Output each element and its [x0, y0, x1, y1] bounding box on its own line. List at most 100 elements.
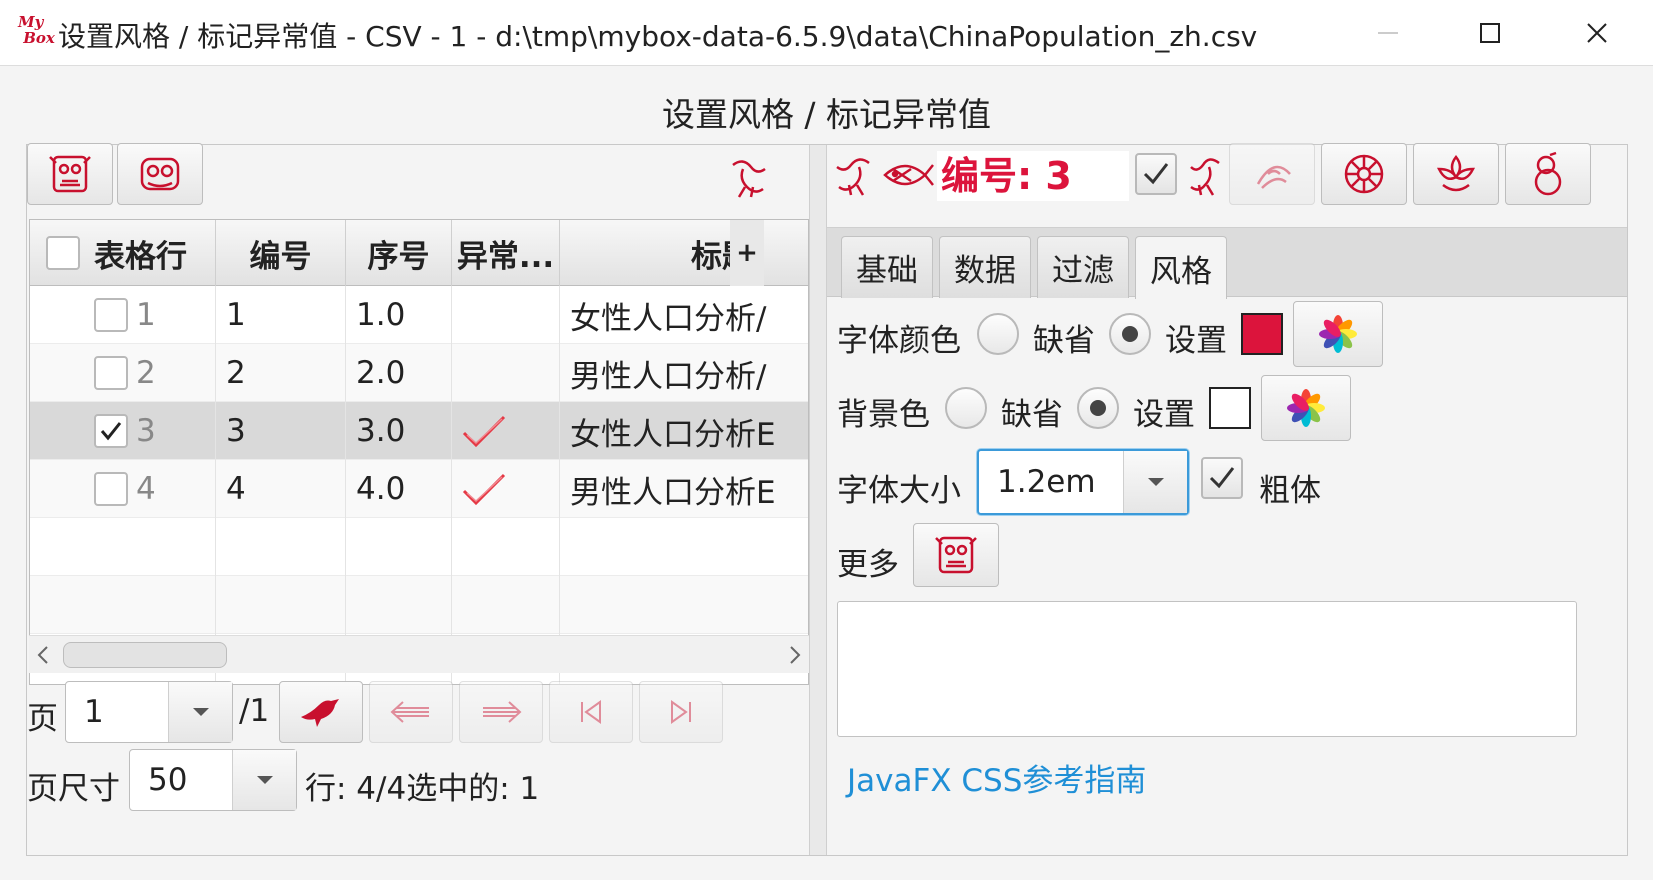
- minimize-icon: [1378, 32, 1398, 34]
- page-total: /1: [239, 693, 270, 729]
- bg-color-set-label: 设置: [1133, 397, 1195, 433]
- empty-table-row: [30, 518, 808, 576]
- app-logo: My Box: [18, 13, 55, 47]
- page-selector[interactable]: 1: [65, 681, 233, 743]
- tab-filter[interactable]: 过滤: [1037, 236, 1129, 298]
- scroll-left-icon[interactable]: [35, 645, 51, 665]
- cell-seq: 1.0: [346, 286, 452, 344]
- css-textarea[interactable]: [837, 601, 1577, 737]
- tab-style[interactable]: 风格: [1135, 236, 1227, 299]
- bg-color-default-radio[interactable]: [945, 387, 987, 429]
- maximize-button[interactable]: [1440, 0, 1540, 66]
- save-style-button[interactable]: [1505, 143, 1591, 205]
- empty-cell: [30, 576, 216, 634]
- main-frame: 表格行 编号 序号 异常... 标题 + 1 1 1.0 女性人口分析/2 2 2.0 男性…: [26, 143, 1628, 856]
- go-page-button[interactable]: [279, 681, 363, 743]
- column-header-table-row[interactable]: 表格行: [30, 220, 216, 286]
- table-row[interactable]: 2 2 2.0 男性人口分析/: [30, 344, 808, 402]
- bg-color-set-radio[interactable]: [1077, 387, 1119, 429]
- table-row[interactable]: 3 3 3.0 女性人口分析E: [30, 402, 808, 460]
- empty-cell: [560, 518, 808, 576]
- next-page-button[interactable]: [459, 681, 543, 743]
- chevron-down-icon[interactable]: [232, 750, 296, 810]
- checkmark-icon: [1209, 467, 1235, 489]
- font-color-palette-button[interactable]: [1293, 301, 1383, 367]
- empty-cell: [560, 576, 808, 634]
- abnormal-check-icon: [462, 473, 506, 506]
- style-tabs: 基础 数据 过滤 风格: [827, 227, 1627, 299]
- clear-style-button[interactable]: [1321, 143, 1407, 205]
- page-size-selector[interactable]: 50: [129, 749, 297, 811]
- empty-cell: [346, 518, 452, 576]
- table-row[interactable]: 4 4 4.0 男性人口分析E: [30, 460, 808, 518]
- first-page-icon: [581, 700, 601, 724]
- mask-icon: [49, 155, 91, 193]
- tab-basic[interactable]: 基础: [841, 236, 933, 298]
- font-size-selector[interactable]: 1.2em: [977, 449, 1189, 515]
- cell-abnormal: [452, 286, 560, 344]
- font-color-default-radio[interactable]: [977, 313, 1019, 355]
- column-header-abnormal[interactable]: 异常...: [452, 220, 560, 286]
- page-size-label: 页尺寸: [27, 771, 120, 807]
- cell-abnormal: [452, 402, 560, 460]
- page-size-value: 50: [148, 762, 188, 798]
- fish-icon: [881, 155, 935, 203]
- mask-icon: [935, 536, 977, 574]
- previous-page-button[interactable]: [369, 681, 453, 743]
- horizontal-scrollbar[interactable]: [29, 635, 809, 673]
- bg-color-palette-button[interactable]: [1261, 375, 1351, 441]
- column-header-id[interactable]: 编号: [216, 220, 346, 286]
- add-column-icon[interactable]: +: [730, 220, 764, 286]
- phoenix-icon[interactable]: [727, 153, 771, 209]
- last-page-button[interactable]: [639, 681, 723, 743]
- phoenix-icon[interactable]: [1185, 151, 1225, 207]
- cell-table-row: 1: [30, 286, 216, 344]
- swirl-button[interactable]: [1229, 143, 1315, 205]
- column-header-seq[interactable]: 序号: [346, 220, 452, 286]
- cell-seq: 2.0: [346, 344, 452, 402]
- font-color-default-label: 缺省: [1033, 323, 1095, 359]
- cell-table-row: 3: [30, 402, 216, 460]
- bg-color-label: 背景色: [837, 397, 930, 433]
- table-row[interactable]: 1 1 1.0 女性人口分析/: [30, 286, 808, 344]
- row-select-checkbox[interactable]: [94, 414, 128, 448]
- font-size-label: 字体大小: [837, 473, 961, 509]
- empty-cell: [452, 576, 560, 634]
- minimize-button[interactable]: [1338, 0, 1438, 66]
- table-header: 表格行 编号 序号 异常... 标题 +: [30, 220, 808, 286]
- maximize-icon: [1480, 23, 1500, 43]
- window-title: 设置风格 / 标记异常值 - CSV - 1 - d:\tmp\mybox-da…: [58, 20, 1258, 53]
- split-divider[interactable]: [809, 145, 827, 855]
- row-select-checkbox[interactable]: [94, 298, 128, 332]
- bronze-pattern-icon: [140, 157, 180, 191]
- font-color-set-radio[interactable]: [1109, 313, 1151, 355]
- cell-title: 男性人口分析/: [560, 344, 808, 402]
- scroll-thumb[interactable]: [63, 642, 227, 668]
- lotus-button[interactable]: [1413, 143, 1499, 205]
- row-select-checkbox[interactable]: [94, 356, 128, 390]
- window-titlebar: My Box 设置风格 / 标记异常值 - CSV - 1 - d:\tmp\m…: [0, 0, 1653, 66]
- current-row-label: 编号: 3: [937, 151, 1129, 201]
- font-size-value: 1.2em: [997, 464, 1096, 500]
- first-page-button[interactable]: [549, 681, 633, 743]
- copy-table-button[interactable]: [117, 143, 203, 205]
- select-all-checkbox[interactable]: [46, 236, 80, 270]
- tab-data[interactable]: 数据: [939, 236, 1031, 298]
- css-reference-link[interactable]: JavaFX CSS参考指南: [847, 755, 1146, 800]
- font-color-swatch[interactable]: [1241, 313, 1283, 355]
- row-number: 2: [136, 355, 156, 391]
- cell-id: 4: [216, 460, 346, 518]
- bold-checkbox[interactable]: [1201, 457, 1243, 499]
- row-checkbox[interactable]: [1135, 153, 1177, 195]
- chevron-down-icon[interactable]: [168, 682, 232, 742]
- data-table[interactable]: 表格行 编号 序号 异常... 标题 + 1 1 1.0 女性人口分析/2 2 2.0 男性…: [29, 219, 809, 685]
- row-select-checkbox[interactable]: [94, 472, 128, 506]
- chevron-down-icon[interactable]: [1123, 451, 1187, 513]
- scroll-right-icon[interactable]: [787, 645, 803, 665]
- swirl-icon: [1256, 165, 1291, 189]
- more-styles-button[interactable]: [913, 523, 999, 587]
- close-button[interactable]: [1547, 0, 1647, 66]
- arrow-left-icon: [390, 701, 429, 723]
- edit-table-button[interactable]: [27, 143, 113, 205]
- bg-color-swatch[interactable]: [1209, 387, 1251, 429]
